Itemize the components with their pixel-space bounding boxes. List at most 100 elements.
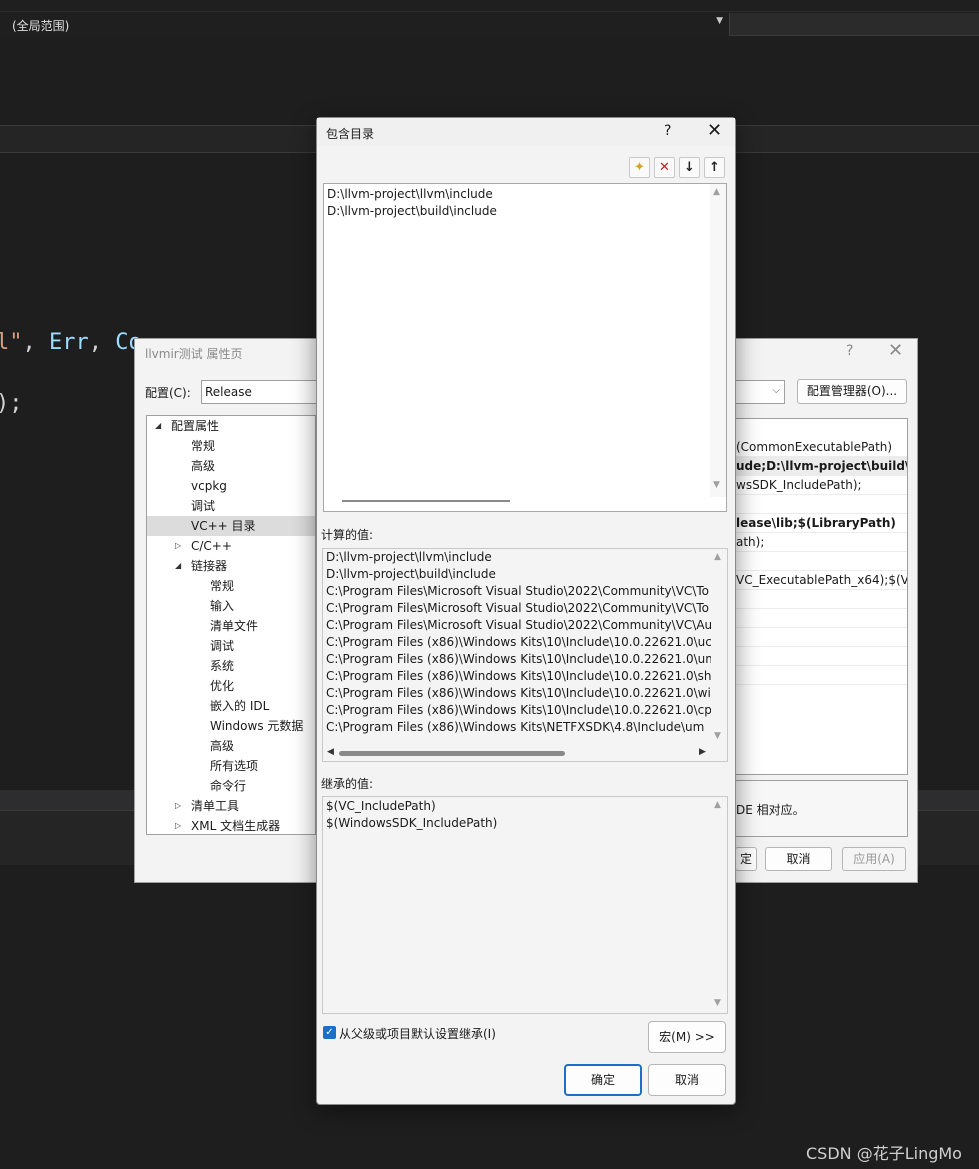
property-grid[interactable]: (CommonExecutablePath) ude;D:\llvm-proje… [735,418,908,775]
tree-item-linker[interactable]: ◢ 链接器 [147,556,315,576]
tree-item-linker-optimization[interactable]: 优化 [147,676,315,696]
tree-item-advanced[interactable]: 高级 [147,456,315,476]
platform-combo[interactable]: ⌵ [735,380,785,404]
inherit-checkbox-label[interactable]: 从父级或项目默认设置继承(I) [339,1025,496,1042]
vertical-scrollbar[interactable]: ▲ ▼ [711,797,727,1013]
property-tree[interactable]: ◢ 配置属性 常规 高级 vcpkg 调试 VC++ 目录 ▷ C/C++ ◢ 链接器… [146,415,316,835]
move-down-button[interactable]: ↓ [679,157,700,178]
property-pages-title: llvmir测试 属性页 [145,347,243,361]
list-item: C:\Program Files (x86)\Windows Kits\10\I… [326,669,719,683]
scroll-down-icon[interactable]: ▼ [714,731,721,741]
ide-top-bar [0,0,979,12]
tree-expand-icon[interactable]: ▷ [175,536,181,556]
vertical-scrollbar[interactable]: ▲ ▼ [710,184,726,497]
scope-combo-text: (全局范围) [12,19,70,33]
list-item: C:\Program Files (x86)\Windows Kits\10\I… [326,703,720,717]
code-line-1[interactable]: l", Err, Co [0,330,142,355]
list-item[interactable]: D:\llvm-project\build\include [327,204,497,218]
cancel-button[interactable]: 取消 [648,1064,726,1096]
grid-row[interactable]: (CommonExecutablePath) [736,438,907,457]
list-item[interactable]: D:\llvm-project\llvm\include [327,187,493,201]
apply-button[interactable]: 应用(A) [842,847,906,871]
close-icon[interactable]: ✕ [707,120,722,141]
list-item: D:\llvm-project\llvm\include [326,550,492,564]
tree-item-config-props[interactable]: ◢ 配置属性 [147,416,315,436]
grid-row[interactable] [736,628,907,647]
scroll-right-icon[interactable]: ▶ [699,747,706,757]
cancel-button[interactable]: 取消 [765,847,832,871]
tree-item-linker-manifest[interactable]: 清单文件 [147,616,315,636]
scroll-up-icon[interactable]: ▲ [714,800,721,810]
tree-item-linker-cmdline[interactable]: 命令行 [147,776,315,796]
list-item: C:\Program Files (x86)\Windows Kits\10\I… [326,652,717,666]
dialog-title: 包含目录 [326,127,375,141]
tree-expand-icon[interactable]: ▷ [175,796,181,816]
close-icon[interactable]: ✕ [888,340,903,361]
include-paths-editor[interactable]: D:\llvm-project\llvm\include D:\llvm-pro… [323,183,727,512]
scroll-down-icon[interactable]: ▼ [714,998,721,1008]
scope-combo[interactable]: (全局范围) ▼ [0,13,730,36]
tree-item-vcpkg[interactable]: vcpkg [147,476,315,496]
list-item: C:\Program Files (x86)\Windows Kits\10\I… [326,686,724,700]
list-item: $(VC_IncludePath) [326,799,436,813]
tree-item-linker-debugging[interactable]: 调试 [147,636,315,656]
tree-item-general[interactable]: 常规 [147,436,315,456]
scroll-left-icon[interactable]: ◀ [327,747,334,757]
scroll-down-icon[interactable]: ▼ [713,480,720,490]
new-line-button[interactable]: ✦ [629,157,650,178]
horizontal-scrollbar-thumb[interactable] [342,500,510,502]
tree-item-linker-all-options[interactable]: 所有选项 [147,756,315,776]
tree-item-manifest-tool[interactable]: ▷ 清单工具 [147,796,315,816]
new-folder-icon: ✦ [634,160,645,175]
tree-item-linker-idl[interactable]: 嵌入的 IDL [147,696,315,716]
tree-item-linker-input[interactable]: 输入 [147,596,315,616]
tree-item-linker-advanced[interactable]: 高级 [147,736,315,756]
tree-item-xml-doc[interactable]: ▷ XML 文档生成器 [147,816,315,834]
horizontal-scrollbar-thumb[interactable] [339,751,565,756]
list-item: C:\Program Files\Microsoft Visual Studio… [326,584,709,598]
grid-row[interactable] [736,552,907,571]
delete-icon: ✕ [659,160,670,175]
code-editor[interactable] [0,37,979,125]
tree-expand-icon[interactable]: ◢ [175,556,181,576]
tree-item-linker-winmd[interactable]: Windows 元数据 [147,716,315,736]
vertical-scrollbar[interactable]: ▲ ▼ [711,549,727,745]
horizontal-scrollbar[interactable]: ◀ ▶ [323,745,727,761]
list-item: C:\Program Files\Microsoft Visual Studio… [326,601,709,615]
grid-row[interactable]: lease\lib;$(LibraryPath) [736,514,907,533]
scroll-up-icon[interactable]: ▲ [714,552,721,562]
grid-row[interactable]: wsSDK_IncludePath); [736,476,907,495]
inherit-checkbox[interactable]: ✓ [323,1026,336,1039]
tree-expand-icon[interactable]: ◢ [155,416,161,436]
code-string: l" [0,330,23,355]
grid-row[interactable] [736,609,907,628]
tree-item-debugging[interactable]: 调试 [147,496,315,516]
ok-button[interactable]: 确定 [564,1064,642,1096]
tree-expand-icon[interactable]: ▷ [175,816,181,834]
help-icon[interactable]: ? [664,123,671,139]
arrow-up-icon: ↑ [709,160,720,175]
grid-row[interactable]: VC_ExecutablePath_x64);$(VC_ [736,571,907,590]
dialog-titlebar: 包含目录 ? ✕ [317,118,735,146]
macros-button[interactable]: 宏(M) >> [648,1021,726,1053]
move-up-button[interactable]: ↑ [704,157,725,178]
delete-line-button[interactable]: ✕ [654,157,675,178]
checkmark-icon: ✓ [325,1027,334,1038]
config-manager-button[interactable]: 配置管理器(O)... [797,379,907,404]
ok-button[interactable]: 定 [735,847,757,871]
tree-item-c-cpp[interactable]: ▷ C/C++ [147,536,315,556]
tree-item-linker-system[interactable]: 系统 [147,656,315,676]
inherited-values-label: 继承的值: [321,777,374,791]
config-label: 配置(C): [145,386,191,400]
grid-row[interactable]: ude;D:\llvm-project\build\in [736,457,907,476]
tree-item-vc-directories[interactable]: VC++ 目录 [147,516,315,536]
scroll-up-icon[interactable]: ▲ [713,187,720,197]
code-line-2[interactable]: ); [0,391,23,416]
tree-item-linker-general[interactable]: 常规 [147,576,315,596]
grid-row[interactable] [736,495,907,514]
grid-row[interactable] [736,666,907,685]
grid-row[interactable] [736,590,907,609]
grid-row[interactable] [736,647,907,666]
grid-row[interactable]: ath); [736,533,907,552]
help-icon[interactable]: ? [846,343,853,359]
